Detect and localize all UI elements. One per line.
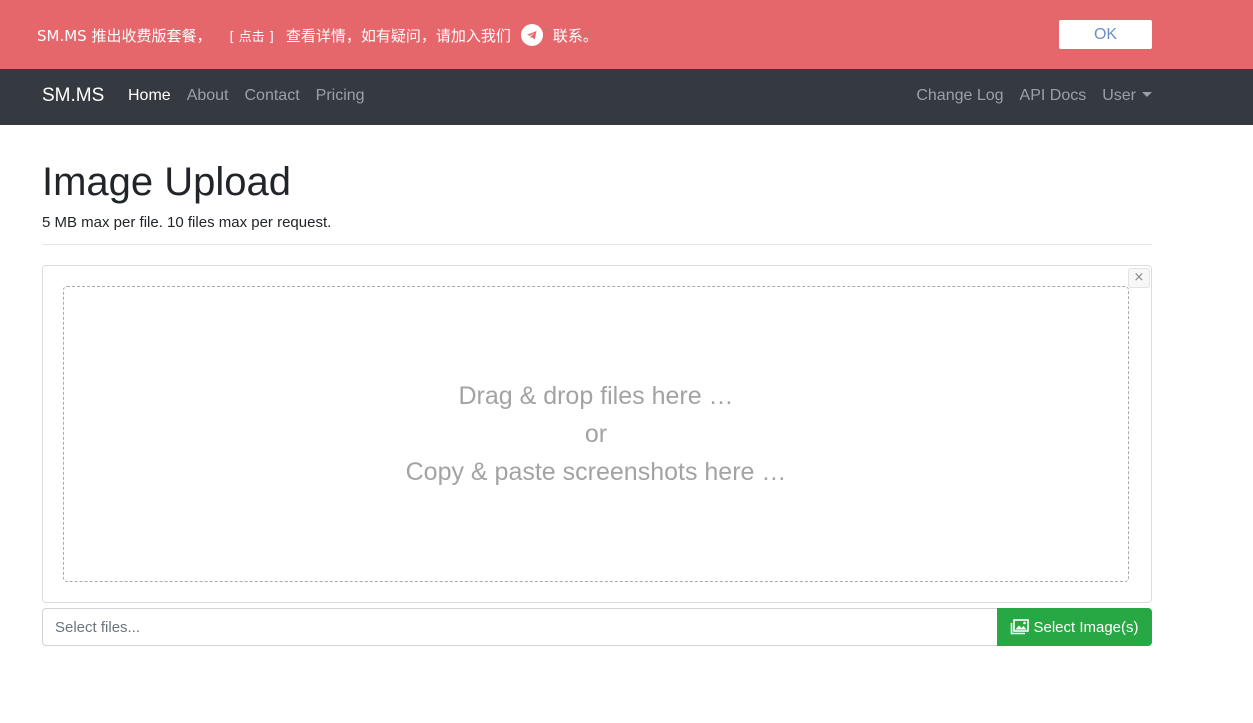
announcement-text-before: SM.MS 推出收费版套餐， <box>37 26 212 45</box>
caret-down-icon <box>1142 92 1152 97</box>
details-link[interactable]: [ 点击 ] <box>227 26 275 45</box>
nav-link-change-log[interactable]: Change Log <box>916 87 1003 105</box>
telegram-icon[interactable] <box>520 24 543 46</box>
announcement-text-after: 联系。 <box>552 26 598 45</box>
nav-main-links: Home About Contact Pricing <box>128 87 365 105</box>
announcement-text: SM.MS 推出收费版套餐， [ 点击 ] 查看详情，如有疑问，请加入我们 联系… <box>37 24 598 46</box>
drop-zone-line-3: Copy & paste screenshots here … <box>405 458 787 486</box>
nav-link-about[interactable]: About <box>187 87 229 105</box>
ok-button[interactable]: OK <box>1059 20 1152 49</box>
nav-link-contact[interactable]: Contact <box>245 87 300 105</box>
user-dropdown-label: User <box>1102 87 1136 104</box>
user-dropdown[interactable]: User <box>1102 87 1152 105</box>
nav-link-api-docs[interactable]: API Docs <box>1020 87 1087 105</box>
page-title: Image Upload <box>42 160 292 204</box>
nav-link-pricing[interactable]: Pricing <box>316 87 365 105</box>
drop-zone-line-2: or <box>584 420 608 448</box>
file-select-input[interactable] <box>42 608 998 646</box>
drop-zone[interactable]: Drag & drop files here … or Copy & paste… <box>63 286 1129 582</box>
drop-zone-line-1: Drag & drop files here … <box>458 382 734 410</box>
navbar: SM.MS Home About Contact Pricing Change … <box>0 69 1253 125</box>
nav-link-home[interactable]: Home <box>128 87 171 105</box>
select-images-button[interactable]: Select Image(s) <box>997 608 1152 646</box>
divider <box>42 244 1152 245</box>
close-icon[interactable]: × <box>1128 268 1150 288</box>
announcement-bar: SM.MS 推出收费版套餐， [ 点击 ] 查看详情，如有疑问，请加入我们 联系… <box>0 0 1253 69</box>
nav-secondary-links: Change Log API Docs User <box>916 87 1152 105</box>
upload-panel: × Drag & drop files here … or Copy & pas… <box>42 265 1152 603</box>
images-icon <box>1010 619 1030 635</box>
announcement-text-middle: 查看详情，如有疑问，请加入我们 <box>285 26 511 45</box>
brand-logo[interactable]: SM.MS <box>42 85 104 107</box>
select-images-label: Select Image(s) <box>1033 618 1139 636</box>
upload-limits-text: 5 MB max per file. 10 files max per requ… <box>42 214 332 231</box>
